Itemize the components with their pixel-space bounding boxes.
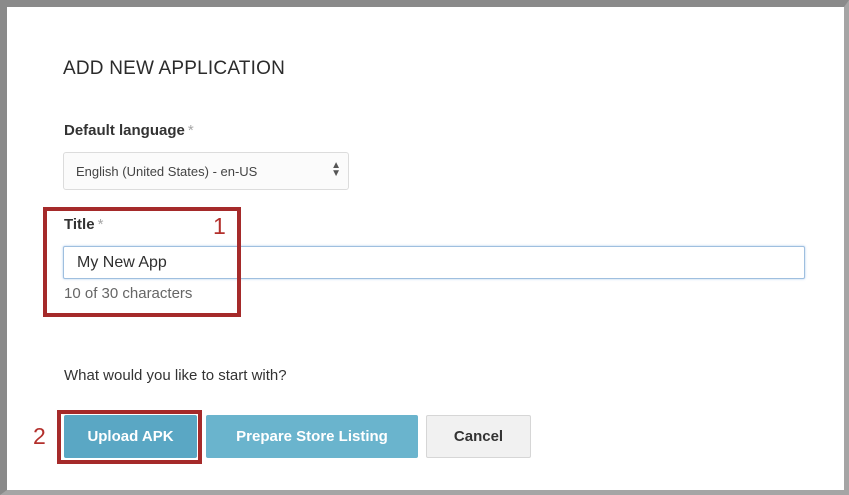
default-language-select[interactable]: English (United States) - en-US ▲ ▼ [63, 152, 349, 190]
default-language-label-text: Default language [64, 122, 185, 139]
select-updown-icon: ▲ ▼ [331, 160, 341, 179]
required-marker: * [187, 122, 194, 139]
start-prompt: What would you like to start with? [64, 367, 287, 384]
annotation-number-1: 1 [213, 213, 226, 239]
default-language-label: Default language * [64, 122, 194, 139]
annotation-box-1 [43, 207, 241, 317]
annotation-box-2 [57, 410, 202, 464]
annotation-number-2: 2 [33, 423, 46, 449]
dialog-title: ADD NEW APPLICATION [63, 58, 285, 79]
cancel-button[interactable]: Cancel [426, 415, 531, 458]
default-language-selected-value: English (United States) - en-US [76, 163, 258, 179]
prepare-store-listing-button[interactable]: Prepare Store Listing [206, 415, 418, 458]
